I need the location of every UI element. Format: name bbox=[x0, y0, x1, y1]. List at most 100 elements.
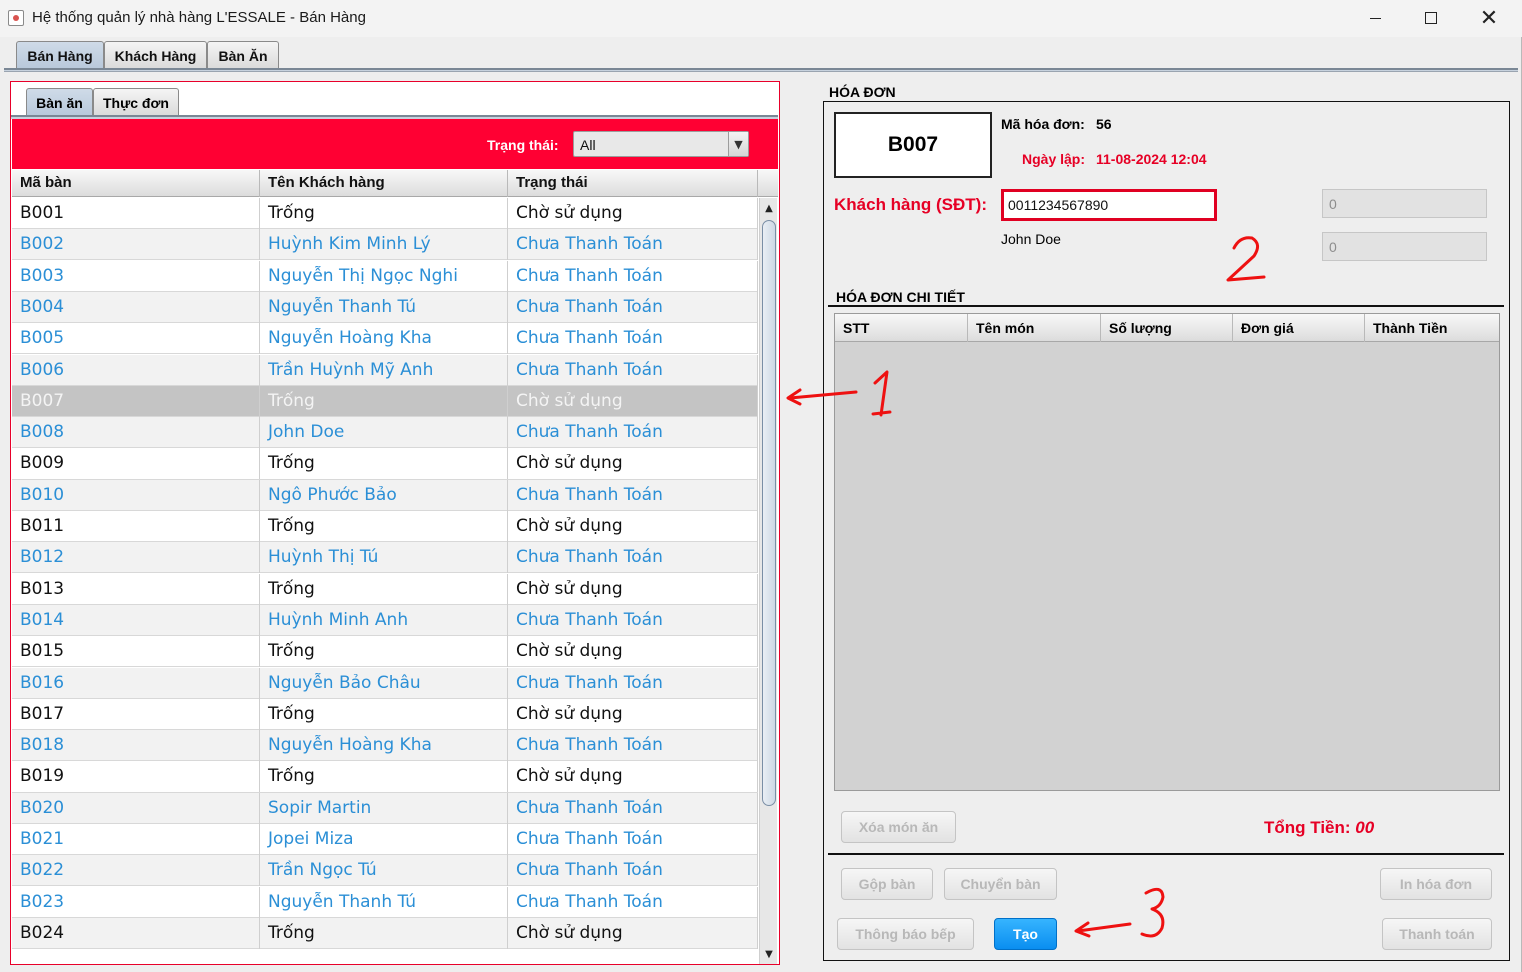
date-value: 11-08-2024 12:04 bbox=[1096, 151, 1207, 167]
table-cell-ma-ban: B002 bbox=[12, 229, 260, 261]
table-row[interactable]: B018 Nguyễn Hoàng Kha Chưa Thanh Toán bbox=[12, 730, 758, 762]
table-cell-ten-khach-hang: Trần Ngọc Tú bbox=[260, 855, 508, 887]
table-cell-ten-khach-hang: Ngô Phước Bảo bbox=[260, 479, 508, 511]
customer-phone-label: Khách hàng (SĐT): bbox=[834, 195, 987, 214]
table-cell-ten-khach-hang: Nguyễn Thị Ngọc Nghi bbox=[260, 260, 508, 292]
print-invoice-button[interactable]: In hóa đơn bbox=[1380, 868, 1492, 900]
tab-strip-line bbox=[4, 68, 1518, 72]
table-cell-trang-thai: Chưa Thanh Toán bbox=[508, 886, 758, 918]
table-row[interactable]: B004 Nguyễn Thanh Tú Chưa Thanh Toán bbox=[12, 291, 758, 324]
scroll-up-arrow-icon[interactable]: ▲ bbox=[760, 200, 778, 216]
table-row[interactable]: B001 Trống Chờ sử dụng bbox=[12, 198, 758, 230]
table-cell-ten-khach-hang: Trống bbox=[260, 573, 508, 605]
table-cell-ma-ban: B013 bbox=[12, 573, 260, 605]
table-row[interactable]: B024 Trống Chờ sử dụng bbox=[12, 917, 758, 950]
table-cell-ten-khach-hang: Huỳnh Minh Anh bbox=[260, 604, 508, 636]
table-cell-trang-thai: Chưa Thanh Toán bbox=[508, 730, 758, 762]
delete-item-button[interactable]: Xóa món ăn bbox=[841, 811, 956, 843]
table-cell-trang-thai: Chưa Thanh Toán bbox=[508, 229, 758, 261]
status-filter-value: All bbox=[580, 137, 596, 153]
filter-bar: Trạng thái: All ▼ bbox=[12, 119, 778, 169]
total-label: Tổng Tiền: bbox=[1264, 818, 1351, 837]
table-cell-ma-ban: B006 bbox=[12, 354, 260, 386]
column-header-stt[interactable]: STT bbox=[835, 314, 968, 342]
customer-name: John Doe bbox=[1001, 231, 1061, 247]
table-cell-ma-ban: B015 bbox=[12, 636, 260, 668]
table-header: Mã bàn Tên Khách hàng Trạng thái bbox=[12, 170, 778, 197]
invoice-detail-title: HÓA ĐƠN CHI TIẾT bbox=[836, 289, 965, 305]
table-cell-ten-khach-hang: John Doe bbox=[260, 417, 508, 449]
table-row[interactable]: B023 Nguyễn Thanh Tú Chưa Thanh Toán bbox=[12, 886, 758, 918]
detail-separator bbox=[828, 305, 1504, 307]
table-cell-trang-thai: Chưa Thanh Toán bbox=[508, 604, 758, 636]
table-row[interactable]: B010 Ngô Phước Bảo Chưa Thanh Toán bbox=[12, 479, 758, 511]
column-header-ten-mon[interactable]: Tên món bbox=[968, 314, 1101, 342]
table-row[interactable]: B013 Trống Chờ sử dụng bbox=[12, 573, 758, 605]
table-row[interactable]: B005 Nguyễn Hoàng Kha Chưa Thanh Toán bbox=[12, 323, 758, 355]
table-cell-ma-ban: B024 bbox=[12, 917, 260, 949]
table-cell-ma-ban: B022 bbox=[12, 855, 260, 887]
kitchen-notify-button[interactable]: Thông báo bếp bbox=[837, 918, 974, 950]
create-button[interactable]: Tạo bbox=[994, 918, 1057, 950]
tab-khach-hang[interactable]: Khách Hàng bbox=[104, 41, 207, 69]
dropdown-arrow-icon[interactable]: ▼ bbox=[728, 132, 748, 156]
scroll-down-arrow-icon[interactable]: ▼ bbox=[760, 946, 778, 962]
table-cell-ten-khach-hang: Trống bbox=[260, 198, 508, 229]
column-header-don-gia[interactable]: Đơn giá bbox=[1233, 314, 1365, 342]
table-cell-ten-khach-hang: Huỳnh Kim Minh Lý bbox=[260, 229, 508, 261]
table-row[interactable]: B003 Nguyễn Thị Ngọc Nghi Chưa Thanh Toán bbox=[12, 260, 758, 292]
tab-ban-hang[interactable]: Bán Hàng bbox=[16, 41, 104, 69]
table-row[interactable]: B022 Trần Ngọc Tú Chưa Thanh Toán bbox=[12, 855, 758, 887]
pay-button[interactable]: Thanh toán bbox=[1382, 918, 1492, 950]
table-cell-trang-thai: Chưa Thanh Toán bbox=[508, 667, 758, 699]
subtab-ban-an[interactable]: Bàn ăn bbox=[26, 88, 93, 116]
table-cell-ma-ban: B020 bbox=[12, 792, 260, 824]
column-header-ma-ban[interactable]: Mã bàn bbox=[12, 170, 260, 197]
column-header-thanh-tien[interactable]: Thành Tiền bbox=[1365, 314, 1499, 342]
column-header-ten-khach-hang[interactable]: Tên Khách hàng bbox=[260, 170, 508, 197]
maximize-button[interactable] bbox=[1408, 4, 1454, 32]
table-cell-ten-khach-hang: Nguyễn Bảo Châu bbox=[260, 667, 508, 699]
merge-table-button[interactable]: Gộp bàn bbox=[841, 868, 933, 900]
table-row[interactable]: B020 Sopir Martin Chưa Thanh Toán bbox=[12, 792, 758, 824]
minimize-button[interactable] bbox=[1352, 4, 1398, 32]
table-row[interactable]: B012 Huỳnh Thị Tú Chưa Thanh Toán bbox=[12, 542, 758, 574]
close-button[interactable]: ✕ bbox=[1466, 4, 1512, 32]
table-row[interactable]: B009 Trống Chờ sử dụng bbox=[12, 448, 758, 480]
table-row[interactable]: B011 Trống Chờ sử dụng bbox=[12, 511, 758, 543]
table-row[interactable]: B014 Huỳnh Minh Anh Chưa Thanh Toán bbox=[12, 604, 758, 637]
table-cell-trang-thai: Chưa Thanh Toán bbox=[508, 323, 758, 355]
column-header-trang-thai[interactable]: Trạng thái bbox=[508, 170, 758, 197]
table-cell-ma-ban: B014 bbox=[12, 604, 260, 636]
table-cell-trang-thai: Chờ sử dụng bbox=[508, 511, 758, 542]
column-header-so-luong[interactable]: Số lượng bbox=[1101, 314, 1233, 342]
selected-table-code: B007 bbox=[834, 112, 992, 178]
table-row[interactable]: B006 Trần Huỳnh Mỹ Anh Chưa Thanh Toán bbox=[12, 354, 758, 386]
table-row[interactable]: B015 Trống Chờ sử dụng bbox=[12, 636, 758, 668]
table-row[interactable]: B019 Trống Chờ sử dụng bbox=[12, 761, 758, 793]
vertical-scrollbar[interactable]: ▲ ▼ bbox=[759, 198, 777, 964]
table-row[interactable]: B016 Nguyễn Bảo Châu Chưa Thanh Toán bbox=[12, 667, 758, 699]
table-row[interactable]: B021 Jopei Miza Chưa Thanh Toán bbox=[12, 824, 758, 856]
tab-ban-an[interactable]: Bàn Ăn bbox=[207, 41, 279, 69]
java-app-icon bbox=[8, 10, 24, 26]
table-row[interactable]: B007 Trống Chờ sử dụng bbox=[12, 385, 758, 417]
move-table-button[interactable]: Chuyển bàn bbox=[944, 868, 1057, 900]
subtab-thuc-don[interactable]: Thực đơn bbox=[93, 88, 179, 116]
table-cell-trang-thai: Chưa Thanh Toán bbox=[508, 824, 758, 855]
tables-list: B001 Trống Chờ sử dụng B002 Huỳnh Kim Minh L… bbox=[12, 198, 758, 964]
table-row[interactable]: B002 Huỳnh Kim Minh Lý Chưa Thanh Toán bbox=[12, 229, 758, 261]
table-cell-ma-ban: B009 bbox=[12, 448, 260, 480]
table-cell-ten-khach-hang: Nguyễn Thanh Tú bbox=[260, 886, 508, 918]
total-amount: Tổng Tiền: 00 bbox=[1264, 818, 1374, 838]
table-cell-ma-ban: B017 bbox=[12, 698, 260, 730]
table-row[interactable]: B017 Trống Chờ sử dụng bbox=[12, 698, 758, 730]
customer-phone-input[interactable]: 0011234567890 bbox=[1001, 189, 1217, 221]
table-row[interactable]: B008 John Doe Chưa Thanh Toán bbox=[12, 417, 758, 449]
invoice-id-label: Mã hóa đơn: bbox=[1001, 116, 1085, 132]
status-filter-select[interactable]: All ▼ bbox=[573, 131, 749, 157]
table-cell-ten-khach-hang: Trống bbox=[260, 636, 508, 668]
scrollbar-thumb[interactable] bbox=[762, 220, 776, 806]
table-cell-ma-ban: B012 bbox=[12, 542, 260, 574]
table-cell-ten-khach-hang: Nguyễn Thanh Tú bbox=[260, 291, 508, 323]
